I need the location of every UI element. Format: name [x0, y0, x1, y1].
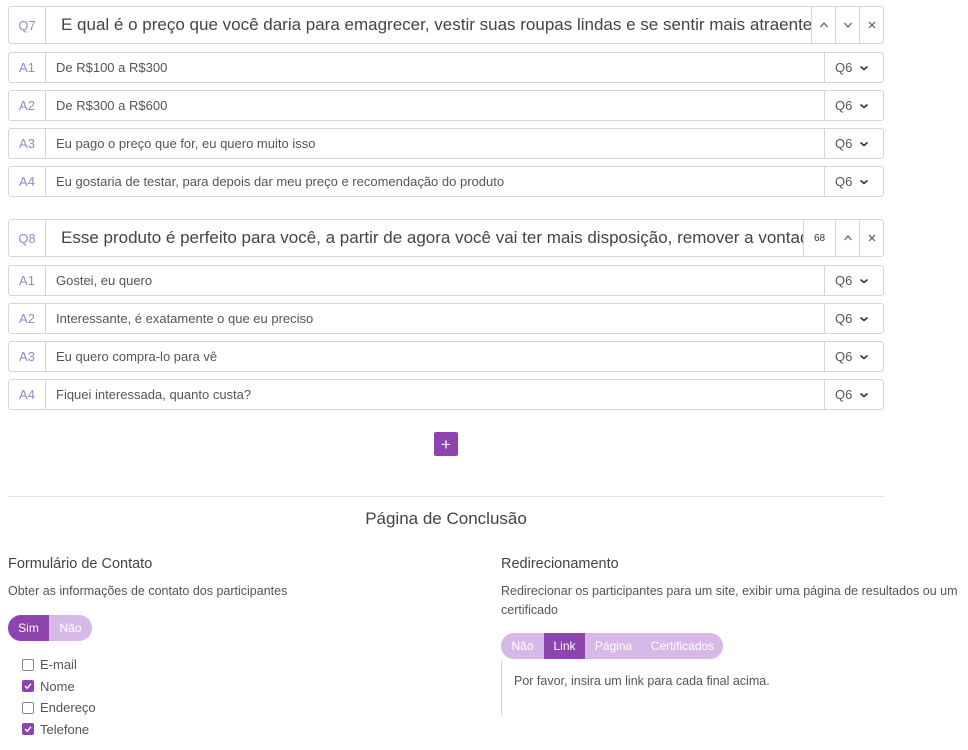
contact-form-toggle: Sim Não	[8, 615, 92, 641]
toggle-no[interactable]: Não	[49, 615, 92, 641]
goto-select[interactable]: Q6	[824, 380, 883, 409]
goto-select-value: Q6	[835, 311, 853, 326]
goto-select[interactable]: Q6	[824, 129, 883, 158]
answer-row: A1 De R$100 a R$300 Q6	[8, 52, 884, 83]
answer-number: A2	[9, 91, 46, 120]
answer-number: A1	[9, 53, 46, 82]
plus-icon: +	[441, 434, 451, 454]
check-icon	[24, 683, 32, 690]
chevron-down-icon	[859, 390, 869, 400]
chevron-down-icon	[859, 63, 869, 73]
checkbox-email[interactable]	[22, 658, 34, 671]
answer-text-input[interactable]: Eu gostaria de testar, para depois dar m…	[46, 167, 824, 196]
answer-row: A4 Fiquei interessada, quanto custa? Q6	[8, 379, 884, 410]
redirect-title: Redirecionamento	[501, 556, 619, 572]
contact-form-description: Obter as informações de contato dos part…	[8, 584, 288, 598]
chevron-up-icon	[819, 22, 828, 28]
field-label: Endereço	[40, 700, 96, 716]
redirect-option-certificates[interactable]: Certificados	[642, 633, 723, 659]
redirect-option-no[interactable]: Não	[501, 633, 544, 659]
section-divider	[8, 496, 884, 497]
redirect-panel-border	[501, 660, 502, 716]
goto-select[interactable]: Q6	[824, 53, 883, 82]
close-icon	[868, 21, 875, 29]
field-label: Nome	[40, 678, 75, 694]
redirect-description-line2: certificado	[501, 603, 558, 617]
chevron-down-icon	[859, 139, 869, 149]
question-number: Q8	[9, 220, 46, 256]
add-question-button[interactable]: +	[434, 432, 458, 456]
field-label: Telefone	[40, 721, 90, 737]
answer-number: A3	[9, 342, 46, 371]
field-phone[interactable]: Telefone	[22, 719, 96, 741]
answer-text-input[interactable]: Interessante, é exatamente o que eu prec…	[46, 304, 824, 333]
checkbox-address[interactable]	[22, 701, 34, 714]
field-email[interactable]: E-mail	[22, 654, 96, 676]
answer-row: A3 Eu quero compra-lo para vê Q6	[8, 341, 884, 372]
goto-select-value: Q6	[835, 387, 853, 402]
goto-select[interactable]: Q6	[824, 91, 883, 120]
answer-number: A2	[9, 304, 46, 333]
checkbox-phone[interactable]	[22, 723, 34, 736]
answer-text-input[interactable]: Gostei, eu quero	[46, 266, 824, 295]
answer-text-input[interactable]: Eu pago o preço que for, eu quero muito …	[46, 129, 824, 158]
redirect-options-toggle: Não Link Página Certificados	[501, 633, 723, 659]
conclusion-page-title: Página de Conclusão	[365, 509, 527, 528]
goto-select[interactable]: Q6	[824, 167, 883, 196]
goto-select[interactable]: Q6	[824, 304, 883, 333]
question-text-input[interactable]: Esse produto é perfeito para você, a par…	[46, 220, 803, 256]
answer-text-input[interactable]: De R$100 a R$300	[46, 53, 824, 82]
goto-select-value: Q6	[835, 98, 853, 113]
goto-select[interactable]: Q6	[824, 266, 883, 295]
answer-number: A3	[9, 129, 46, 158]
contact-form-title: Formulário de Contato	[8, 556, 153, 572]
field-address[interactable]: Endereço	[22, 697, 96, 719]
move-down-button[interactable]	[835, 7, 859, 43]
chevron-down-icon	[859, 314, 869, 324]
answer-number: A4	[9, 167, 46, 196]
question-row-q7: Q7 E qual é o preço que você daria para …	[8, 6, 884, 44]
close-icon	[868, 234, 875, 242]
chevron-down-icon	[859, 101, 869, 111]
delete-question-button[interactable]	[859, 7, 883, 43]
field-label: E-mail	[40, 657, 77, 673]
answer-row: A2 Interessante, é exatamente o que eu p…	[8, 303, 884, 334]
answer-number: A1	[9, 266, 46, 295]
answer-row: A3 Eu pago o preço que for, eu quero mui…	[8, 128, 884, 159]
redirect-option-page[interactable]: Página	[585, 633, 642, 659]
goto-select-value: Q6	[835, 60, 853, 75]
char-count-badge: 68	[803, 220, 835, 256]
answer-row: A2 De R$300 a R$600 Q6	[8, 90, 884, 121]
goto-select-value: Q6	[835, 136, 853, 151]
redirect-description-line1: Redirecionar os participantes para um si…	[501, 584, 958, 598]
answer-text-input[interactable]: Fiquei interessada, quanto custa?	[46, 380, 824, 409]
answer-row: A1 Gostei, eu quero Q6	[8, 265, 884, 296]
goto-select[interactable]: Q6	[824, 342, 883, 371]
contact-fields-list: E-mail Nome Endereço Telefone	[22, 654, 96, 740]
redirect-option-link[interactable]: Link	[544, 633, 585, 659]
chevron-down-icon	[859, 177, 869, 187]
question-row-q8: Q8 Esse produto é perfeito para você, a …	[8, 219, 884, 257]
checkbox-name[interactable]	[22, 680, 34, 693]
answer-text-input[interactable]: Eu quero compra-lo para vê	[46, 342, 824, 371]
redirect-message: Por favor, insira um link para cada fina…	[514, 674, 770, 688]
answer-number: A4	[9, 380, 46, 409]
chevron-down-icon	[859, 276, 869, 286]
move-up-button[interactable]	[811, 7, 835, 43]
move-up-button[interactable]	[835, 220, 859, 256]
question-number: Q7	[9, 7, 46, 43]
delete-question-button[interactable]	[859, 220, 883, 256]
toggle-yes[interactable]: Sim	[8, 615, 49, 641]
answer-text-input[interactable]: De R$300 a R$600	[46, 91, 824, 120]
question-text-input[interactable]: E qual é o preço que você daria para ema…	[46, 7, 811, 43]
answer-row: A4 Eu gostaria de testar, para depois da…	[8, 166, 884, 197]
chevron-down-icon	[859, 352, 869, 362]
goto-select-value: Q6	[835, 273, 853, 288]
goto-select-value: Q6	[835, 174, 853, 189]
check-icon	[24, 726, 32, 733]
chevron-up-icon	[843, 235, 852, 241]
chevron-down-icon	[843, 22, 852, 28]
goto-select-value: Q6	[835, 349, 853, 364]
field-name[interactable]: Nome	[22, 676, 96, 698]
